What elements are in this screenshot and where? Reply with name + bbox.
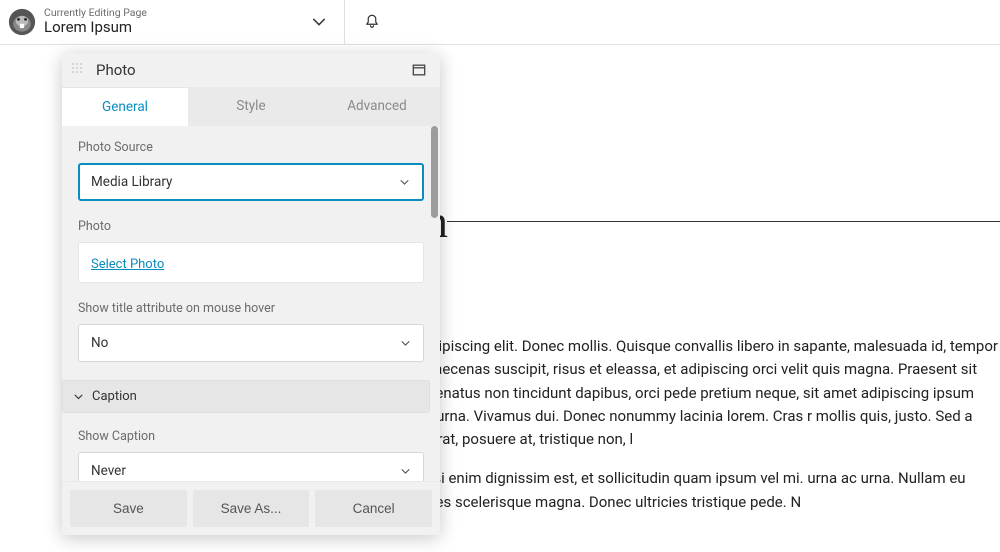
cancel-button[interactable]: Cancel [315, 490, 432, 527]
canvas-horizontal-rule [447, 221, 1000, 222]
tab-style[interactable]: Style [188, 87, 314, 126]
header-dropdown-toggle[interactable] [312, 15, 326, 29]
scrollbar-thumb[interactable] [431, 126, 438, 218]
photo-field: Select Photo [78, 242, 424, 283]
bell-icon [363, 13, 381, 31]
notifications-button[interactable] [363, 13, 381, 31]
chevron-down-icon [73, 391, 84, 402]
select-photo-link[interactable]: Select Photo [91, 257, 164, 272]
photo-source-label: Photo Source [78, 140, 424, 155]
panel-title: Photo [96, 61, 412, 79]
topbar-separator [344, 0, 345, 44]
window-icon [412, 63, 426, 77]
caption-section-toggle[interactable]: Caption [62, 380, 430, 413]
show-caption-value: Never [91, 463, 126, 479]
panel-body: Photo Source Media Library Photo Select … [62, 126, 440, 481]
photo-source-select[interactable]: Media Library [78, 163, 424, 201]
chevron-down-icon [399, 177, 410, 188]
show-caption-label: Show Caption [78, 429, 424, 444]
drag-grip-icon[interactable] [72, 63, 86, 77]
photo-label: Photo [78, 219, 424, 234]
header-subtitle: Currently Editing Page [44, 8, 147, 19]
show-title-value: No [91, 335, 108, 351]
show-title-select[interactable]: No [78, 324, 424, 362]
chevron-down-icon [312, 15, 326, 29]
beaver-logo-icon [8, 8, 36, 36]
tab-general[interactable]: General [62, 87, 188, 126]
topbar: Currently Editing Page Lorem Ipsum [0, 0, 1000, 45]
app-logo [8, 8, 36, 36]
caption-section-label: Caption [92, 389, 137, 404]
panel-footer: Save Save As... Cancel [62, 481, 440, 535]
tab-advanced[interactable]: Advanced [314, 87, 440, 126]
chevron-down-icon [400, 338, 411, 349]
show-caption-select[interactable]: Never [78, 452, 424, 481]
show-title-label: Show title attribute on mouse hover [78, 301, 424, 316]
panel-expand-button[interactable] [412, 63, 426, 77]
save-as-button[interactable]: Save As... [193, 490, 310, 527]
panel-tabs: General Style Advanced [62, 87, 440, 126]
settings-panel: Photo General Style Advanced Photo Sourc… [62, 53, 440, 535]
save-button[interactable]: Save [70, 490, 187, 527]
header-text: Currently Editing Page Lorem Ipsum [44, 8, 147, 37]
panel-header[interactable]: Photo [62, 53, 440, 87]
header-title: Lorem Ipsum [44, 18, 147, 36]
photo-source-value: Media Library [91, 174, 172, 190]
chevron-down-icon [400, 466, 411, 477]
